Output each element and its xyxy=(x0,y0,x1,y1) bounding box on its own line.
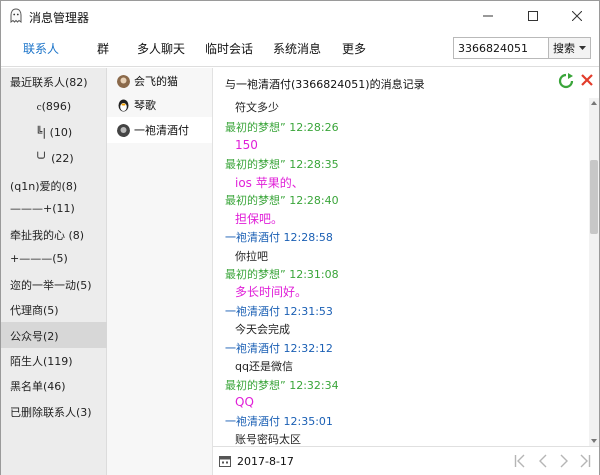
group-item[interactable]: +———(5) xyxy=(1,246,107,272)
scroll-down-icon[interactable] xyxy=(589,436,599,446)
message-text: 今天会完成 xyxy=(235,323,290,336)
message-sender: 最初的梦想” 12:31:08 xyxy=(225,268,339,281)
delete-icon[interactable] xyxy=(580,73,594,87)
maximize-button[interactable] xyxy=(510,1,555,31)
search-button[interactable]: 搜索 xyxy=(548,37,591,59)
ghost-icon xyxy=(10,8,22,23)
friend-list: 会飞的猫 琴歌 一袍清酒付 xyxy=(107,68,213,475)
tab-toolbar: 联系人 群 多人聊天 临时会话 系统消息 更多 搜索 xyxy=(1,31,599,67)
first-page-icon xyxy=(514,454,525,468)
tab-multi-chat[interactable]: 多人聊天 xyxy=(137,40,185,57)
friend-name: 会飞的猫 xyxy=(134,75,178,88)
tab-groups[interactable]: 群 xyxy=(97,40,109,57)
message-text: ios 苹果的、 xyxy=(235,176,304,190)
close-button[interactable] xyxy=(554,1,599,31)
last-page-icon xyxy=(580,454,591,468)
last-page-button[interactable] xyxy=(577,451,593,471)
group-item[interactable]: 牵扯我的心 (8) xyxy=(1,221,107,247)
search-input[interactable] xyxy=(453,37,549,59)
calendar-icon[interactable] xyxy=(219,455,231,467)
friend-item[interactable]: 会飞的猫 xyxy=(107,68,212,94)
close-icon xyxy=(571,11,582,21)
message-scrollbar[interactable] xyxy=(589,98,599,446)
window-title: 消息管理器 xyxy=(29,11,90,25)
message-sender: 一袍清酒付 12:31:53 xyxy=(225,305,333,318)
group-item[interactable]: (q1n)爱的(8) xyxy=(1,172,107,198)
group-item[interactable]: 迩的一举一动(5) xyxy=(1,271,107,297)
message-sender: 最初的梦想” 12:28:35 xyxy=(225,158,339,171)
friend-item[interactable]: 一袍清酒付 xyxy=(107,117,212,143)
group-item[interactable]: ———+(11) xyxy=(1,196,107,222)
message-text: 150 xyxy=(235,138,258,152)
friend-name: 一袍清酒付 xyxy=(134,124,189,137)
group-item[interactable]: 公众号(2) xyxy=(1,322,107,348)
message-text: QQ xyxy=(235,395,254,409)
tab-temp-session[interactable]: 临时会话 xyxy=(205,40,253,57)
chevron-left-icon xyxy=(539,454,547,468)
message-sender: 一袍清酒付 12:32:12 xyxy=(225,342,333,355)
message-footer: 2017-8-17 xyxy=(213,446,599,475)
message-text: 你拉吧 xyxy=(235,250,268,263)
minimize-button[interactable] xyxy=(465,1,510,31)
chevron-right-icon xyxy=(560,454,568,468)
message-manager-window: 消息管理器 联系人 群 多人聊天 临时会话 系统消息 更多 搜索 最近联系人(8… xyxy=(0,0,600,475)
tab-more[interactable]: 更多 xyxy=(342,40,366,57)
message-record-panel: 与一袍清酒付(3366824051)的消息记录 符文多少 最初的梦想” 12:2… xyxy=(213,68,599,475)
minimize-icon xyxy=(482,15,493,17)
group-item[interactable]: ╚| (10) xyxy=(1,120,107,146)
title-bar: 消息管理器 xyxy=(1,1,599,31)
message-text: qq还是微信 xyxy=(235,360,293,373)
message-text: 多长时间好。 xyxy=(235,285,308,299)
group-item[interactable]: 最近联系人(82) xyxy=(1,68,107,94)
message-sender: 一袍清酒付 12:35:01 xyxy=(225,415,333,428)
group-item[interactable]: 陌生人(119) xyxy=(1,347,107,373)
message-text: 符文多少 xyxy=(235,101,279,114)
group-item[interactable]: ⲥ(896) xyxy=(1,94,107,120)
tab-contacts[interactable]: 联系人 xyxy=(23,40,59,57)
search-button-label: 搜索 xyxy=(553,42,575,55)
penguin-avatar xyxy=(118,99,129,111)
next-page-button[interactable] xyxy=(556,451,572,471)
prev-page-button[interactable] xyxy=(535,451,551,471)
message-sender: 一袍清酒付 12:28:58 xyxy=(225,231,333,244)
friend-name: 琴歌 xyxy=(134,99,156,112)
group-item[interactable]: 代理商(5) xyxy=(1,296,107,322)
contact-group-list: 最近联系人(82) ⲥ(896) ╚| (10) ╰╯ (22) (q1n)爱的… xyxy=(1,68,107,475)
message-text: 担保吧。 xyxy=(235,212,284,226)
scroll-up-icon[interactable] xyxy=(589,98,599,108)
tab-system-messages[interactable]: 系统消息 xyxy=(273,40,321,57)
avatar xyxy=(117,74,130,88)
refresh-icon[interactable] xyxy=(558,73,574,89)
first-page-button[interactable] xyxy=(512,451,528,471)
friend-item[interactable]: 琴歌 xyxy=(107,92,212,118)
group-item[interactable]: ╰╯ (22) xyxy=(1,146,107,172)
history-date[interactable]: 2017-8-17 xyxy=(237,455,294,468)
message-text: 账号密码太区 xyxy=(235,433,301,446)
chevron-down-icon xyxy=(579,45,586,50)
maximize-icon xyxy=(527,11,538,21)
scroll-thumb[interactable] xyxy=(590,160,598,234)
message-sender: 最初的梦想” 12:32:34 xyxy=(225,379,339,392)
avatar xyxy=(117,123,130,137)
group-item[interactable]: 黑名单(46) xyxy=(1,372,107,398)
message-record-header: 与一袍清酒付(3366824051)的消息记录 xyxy=(225,78,425,91)
message-sender: 最初的梦想” 12:28:40 xyxy=(225,194,339,207)
message-sender: 最初的梦想” 12:28:26 xyxy=(225,121,339,134)
group-item[interactable]: 已删除联系人(3) xyxy=(1,398,107,424)
